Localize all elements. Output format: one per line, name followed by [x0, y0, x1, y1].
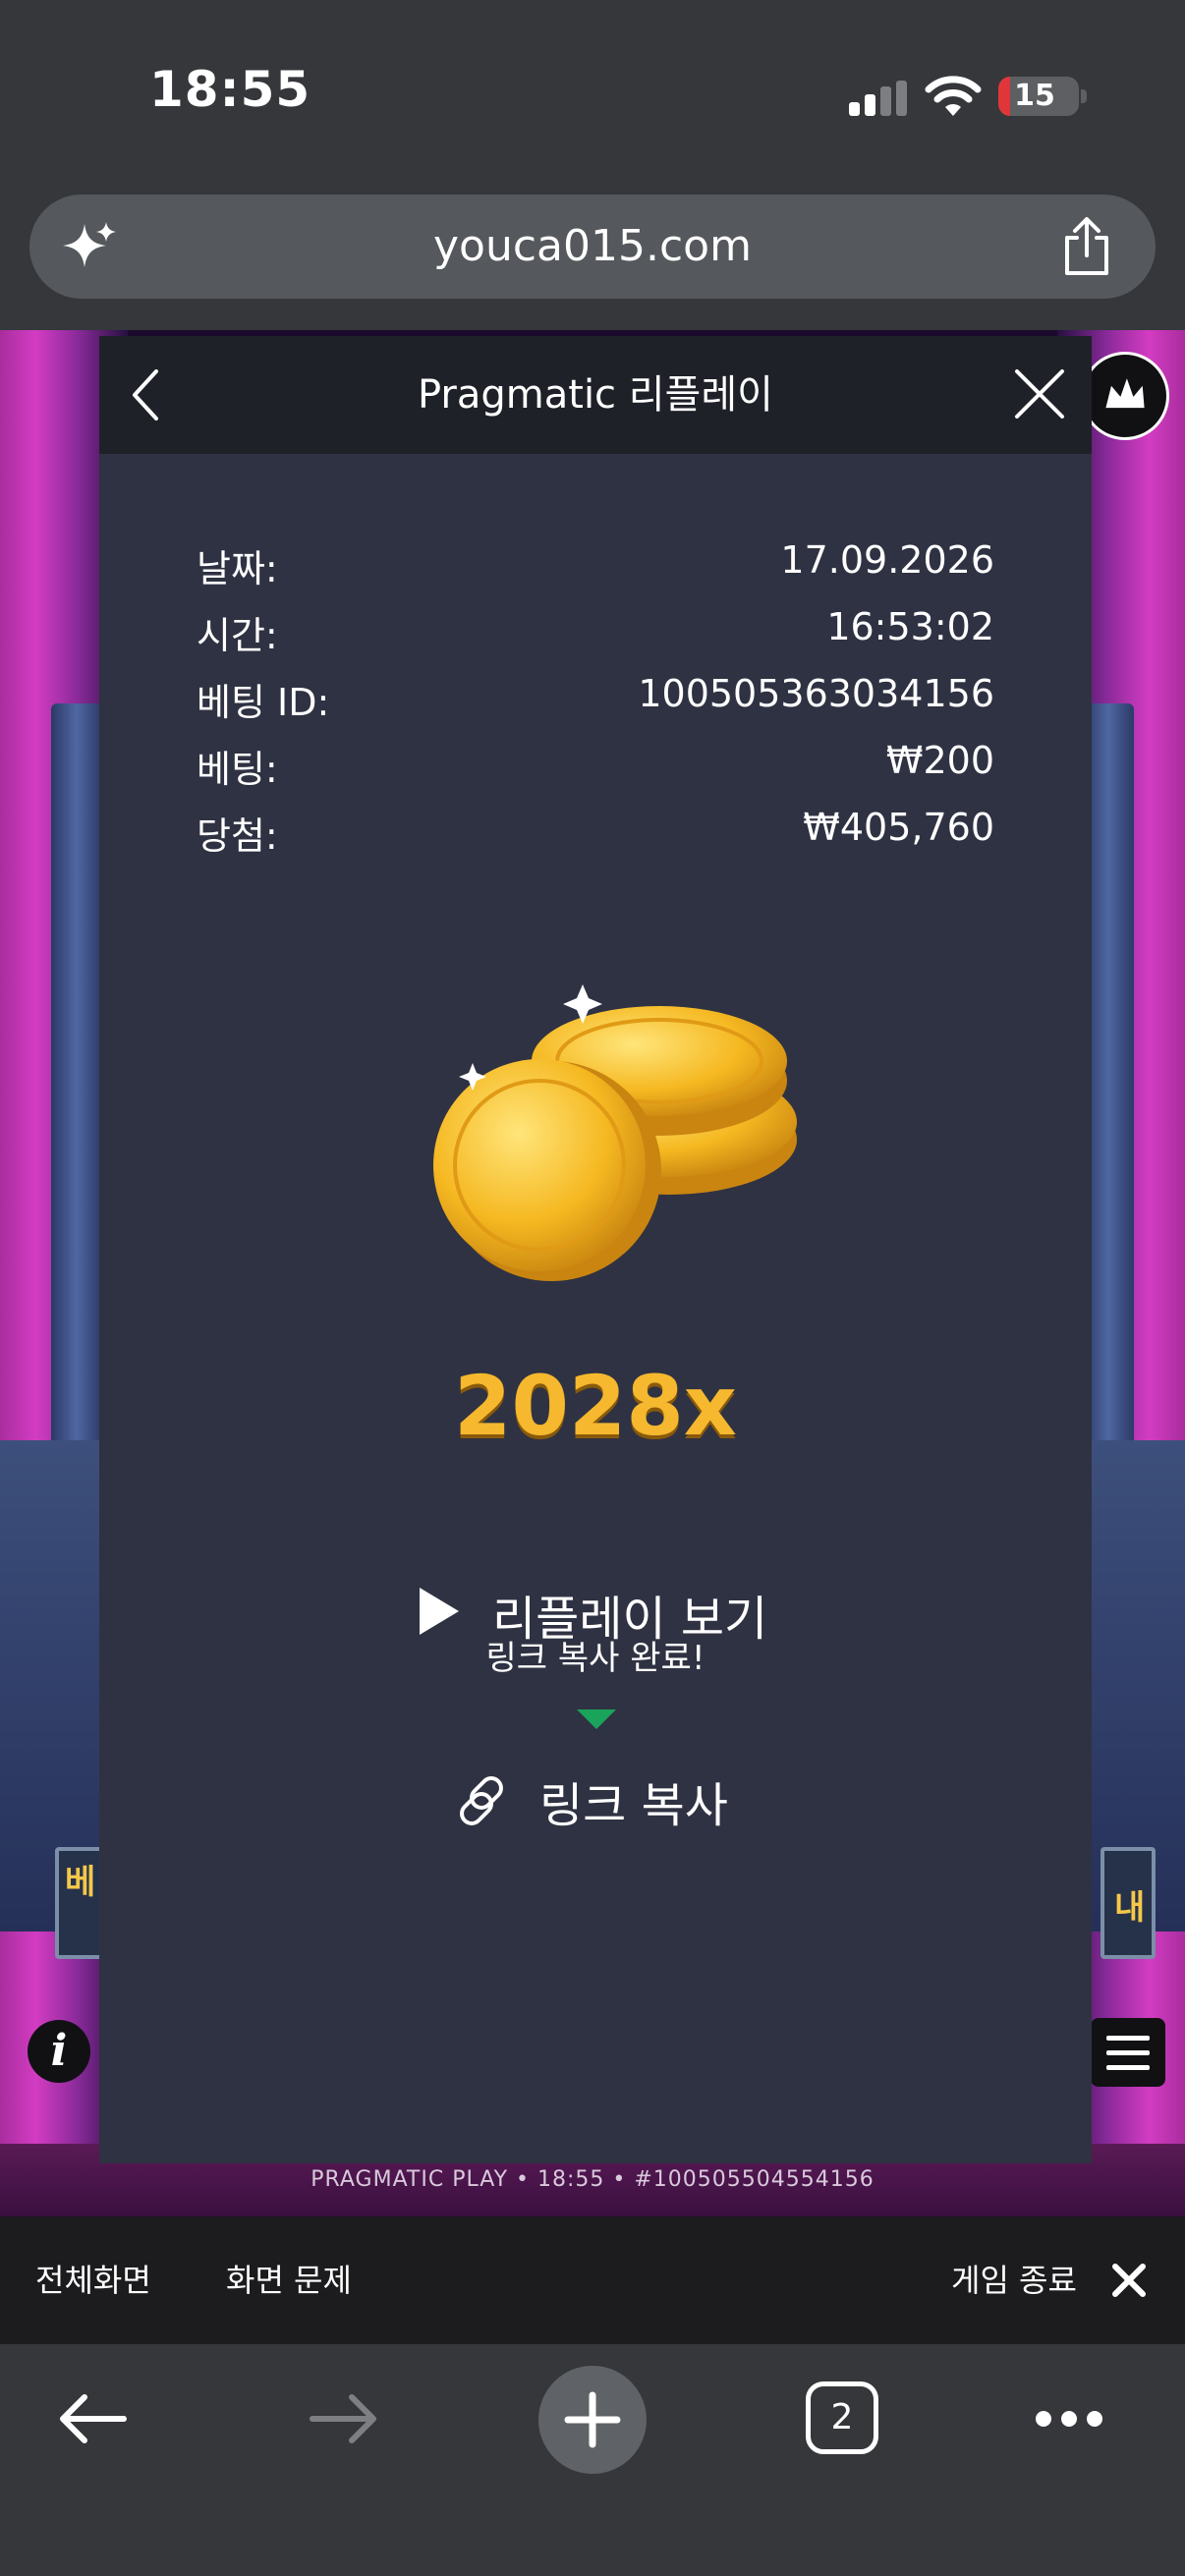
browser-toolbar: 2 — [0, 2344, 1185, 2576]
menu-icon-line — [1106, 2050, 1150, 2055]
gold-coins-icon — [433, 984, 797, 1281]
back-arrow-icon[interactable] — [55, 2389, 130, 2448]
crown-icon-button[interactable] — [1081, 352, 1169, 440]
wifi-icon — [925, 76, 982, 116]
webview-bar: 전체화면 화면 문제 게임 종료 — [0, 2216, 1185, 2344]
copy-link-label: 링크 복사 — [539, 1778, 728, 1833]
detail-row-win: 당첨: ₩405,760 — [197, 806, 994, 861]
address-bar[interactable]: youca015.com — [29, 195, 1156, 299]
modal-title: Pragmatic 리플레이 — [418, 372, 773, 418]
status-bar: 18:55 15 youca015.com — [0, 0, 1185, 299]
bet-panel-right-label: 내 — [1114, 1888, 1146, 1928]
more-icon[interactable] — [1032, 2401, 1106, 2436]
bet-panel-right: 내 — [1100, 1847, 1156, 1959]
crown-icon — [1105, 378, 1145, 409]
detail-value: 100505363034156 — [638, 672, 994, 715]
more-dot — [1036, 2411, 1051, 2427]
status-time: 18:55 — [149, 61, 311, 118]
replay-modal: Pragmatic 리플레이 날짜: 17.09.2026 시간: 16:53:… — [99, 336, 1092, 2163]
new-tab-button[interactable] — [538, 2366, 647, 2474]
plus-icon — [564, 2391, 621, 2448]
more-dot — [1087, 2411, 1102, 2427]
detail-label: 당첨: — [197, 814, 278, 858]
fullscreen-button[interactable]: 전체화면 — [35, 2216, 151, 2344]
close-icon[interactable] — [1110, 2262, 1148, 2299]
battery-cap — [1081, 89, 1087, 103]
cellular-signal-icon — [849, 81, 908, 116]
detail-label: 베팅 ID: — [197, 681, 330, 724]
detail-value: ₩405,760 — [803, 806, 994, 849]
detail-label: 베팅: — [197, 748, 278, 791]
screen-issue-button[interactable]: 화면 문제 — [226, 2216, 352, 2344]
tabs-count: 2 — [830, 2397, 854, 2437]
win-multiplier: 2028x — [454, 1358, 737, 1454]
tabs-button[interactable]: 2 — [806, 2381, 878, 2454]
link-copied-tooltip: 링크 복사 완료! — [485, 1639, 705, 1678]
exit-game-button[interactable]: 게임 종료 — [951, 2216, 1077, 2344]
detail-label: 날짜: — [197, 547, 278, 590]
menu-button[interactable] — [1091, 2018, 1165, 2087]
tooltip-arrow — [577, 1709, 616, 1729]
more-dot — [1061, 2411, 1077, 2427]
bet-panel-left-label: 베 — [65, 1863, 96, 1902]
modal-header: Pragmatic 리플레이 — [99, 336, 1092, 454]
detail-value: ₩200 — [885, 739, 994, 782]
forward-arrow-icon[interactable] — [307, 2389, 381, 2448]
battery-icon: 15 — [998, 77, 1079, 116]
detail-value: 16:53:02 — [826, 605, 994, 648]
detail-row-time: 시간: 16:53:02 — [197, 605, 994, 660]
info-button[interactable]: i — [28, 2020, 90, 2083]
detail-row-date: 날짜: 17.09.2026 — [197, 538, 994, 593]
detail-row-bet-id: 베팅 ID: 100505363034156 — [197, 672, 994, 727]
info-icon: i — [50, 2026, 68, 2076]
screen: 18:55 15 youca015.com 베 내 i PRAGMATIC PL… — [0, 0, 1185, 2576]
copy-link-button[interactable]: 링크 복사 — [99, 1761, 1092, 1839]
detail-label: 시간: — [197, 614, 278, 657]
menu-icon-line — [1106, 2065, 1150, 2070]
url-text[interactable]: youca015.com — [29, 195, 1156, 299]
game-footer-text: PRAGMATIC PLAY • 18:55 • #10050550455415… — [310, 2167, 875, 2192]
close-icon[interactable] — [1009, 364, 1070, 424]
detail-row-bet: 베팅: ₩200 — [197, 739, 994, 794]
share-icon[interactable] — [1057, 216, 1116, 277]
battery-level: 15 — [1014, 79, 1055, 113]
link-icon — [460, 1776, 503, 1825]
menu-icon — [1106, 2036, 1150, 2041]
detail-value: 17.09.2026 — [780, 538, 994, 582]
